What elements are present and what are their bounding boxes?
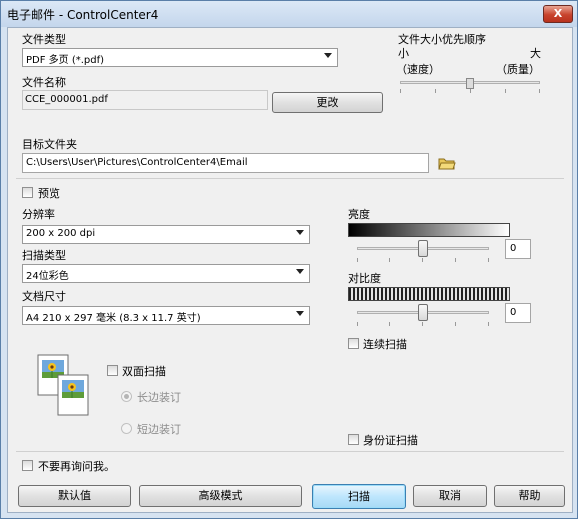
short-edge-label: 短边装订 [137,423,181,436]
chevron-down-icon [324,53,332,58]
brightness-tick [422,258,423,262]
contrast-pattern [348,287,510,301]
target-folder-path: C:\Users\User\Pictures\ControlCenter4\Em… [26,157,248,168]
short-edge-radio[interactable] [121,423,132,434]
chevron-down-icon [296,269,304,274]
resolution-label: 分辨率 [22,208,55,221]
contrast-value: 0 [510,307,517,318]
chevron-down-icon [296,311,304,316]
separator [16,178,564,179]
long-edge-radio[interactable] [121,391,132,402]
separator [16,451,564,452]
title-bar[interactable]: 电子邮件 - ControlCenter4 X [1,1,577,27]
contrast-label: 对比度 [348,272,381,285]
contrast-value-field[interactable]: 0 [505,303,531,323]
folder-browse-icon[interactable] [438,156,456,170]
id-card-checkbox[interactable] [348,434,359,445]
scan-button[interactable]: 扫描 [312,484,406,509]
priority-tick [470,89,471,93]
window-title: 电子邮件 - ControlCenter4 [7,8,159,22]
brightness-tick [488,258,489,262]
priority-quality-label: （质量） [496,63,540,76]
priority-slider-thumb[interactable] [466,78,474,89]
duplex-pages-icon [36,353,94,419]
priority-label: 文件大小优先顺序 [398,33,486,46]
doc-size-label: 文档尺寸 [22,290,66,303]
duplex-label: 双面扫描 [122,365,166,378]
contrast-tick [455,322,456,326]
dont-ask-checkbox[interactable] [22,460,33,471]
brightness-tick [389,258,390,262]
advanced-mode-button[interactable]: 高级模式 [139,485,302,507]
priority-tick [505,89,506,93]
help-button[interactable]: 帮助 [494,485,565,507]
contrast-tick [389,322,390,326]
close-button[interactable]: X [543,5,573,23]
brightness-slider-thumb[interactable] [418,240,428,257]
file-type-select[interactable]: PDF 多页 (*.pdf) [22,48,338,67]
file-name-field: CCE_000001.pdf [22,90,268,110]
dialog-window: 电子邮件 - ControlCenter4 X 文件类型 PDF 多页 (*.p… [0,0,578,519]
doc-size-value: A4 210 x 297 毫米 (8.3 x 11.7 英寸) [26,313,201,324]
priority-tick [435,89,436,93]
priority-large-label: 大 [530,47,541,60]
scan-type-label: 扫描类型 [22,249,66,262]
change-button[interactable]: 更改 [272,92,383,113]
dont-ask-label: 不要再询问我。 [38,460,115,473]
priority-speed-label: （速度） [396,63,440,76]
target-folder-label: 目标文件夹 [22,138,77,151]
preview-label: 预览 [38,187,60,200]
contrast-slider-thumb[interactable] [418,304,428,321]
cancel-button[interactable]: 取消 [413,485,487,507]
preview-checkbox[interactable] [22,187,33,198]
file-type-value: PDF 多页 (*.pdf) [26,55,105,66]
long-edge-label: 长边装订 [137,391,181,404]
brightness-tick [455,258,456,262]
file-name-value: CCE_000001.pdf [25,94,108,105]
priority-small-label: 小 [398,47,409,60]
target-folder-field[interactable]: C:\Users\User\Pictures\ControlCenter4\Em… [22,153,429,173]
doc-size-select[interactable]: A4 210 x 297 毫米 (8.3 x 11.7 英寸) [22,306,310,325]
scan-type-select[interactable]: 24位彩色 [22,264,310,283]
continuous-scan-label: 连续扫描 [363,338,407,351]
brightness-value: 0 [510,243,517,254]
id-card-label: 身份证扫描 [363,434,418,447]
resolution-select[interactable]: 200 x 200 dpi [22,225,310,244]
contrast-tick [357,322,358,326]
dialog-body: 文件类型 PDF 多页 (*.pdf) 文件名称 CCE_000001.pdf … [7,27,573,513]
brightness-value-field[interactable]: 0 [505,239,531,259]
brightness-tick [357,258,358,262]
priority-tick [400,89,401,93]
continuous-scan-checkbox[interactable] [348,338,359,349]
contrast-tick [422,322,423,326]
brightness-label: 亮度 [348,208,370,221]
scan-type-value: 24位彩色 [26,271,69,282]
file-name-label: 文件名称 [22,76,66,89]
brightness-gradient [348,223,510,237]
chevron-down-icon [296,230,304,235]
duplex-checkbox[interactable] [107,365,118,376]
priority-tick [539,89,540,93]
file-type-label: 文件类型 [22,33,66,46]
contrast-tick [488,322,489,326]
default-button[interactable]: 默认值 [18,485,131,507]
resolution-value: 200 x 200 dpi [26,228,96,239]
